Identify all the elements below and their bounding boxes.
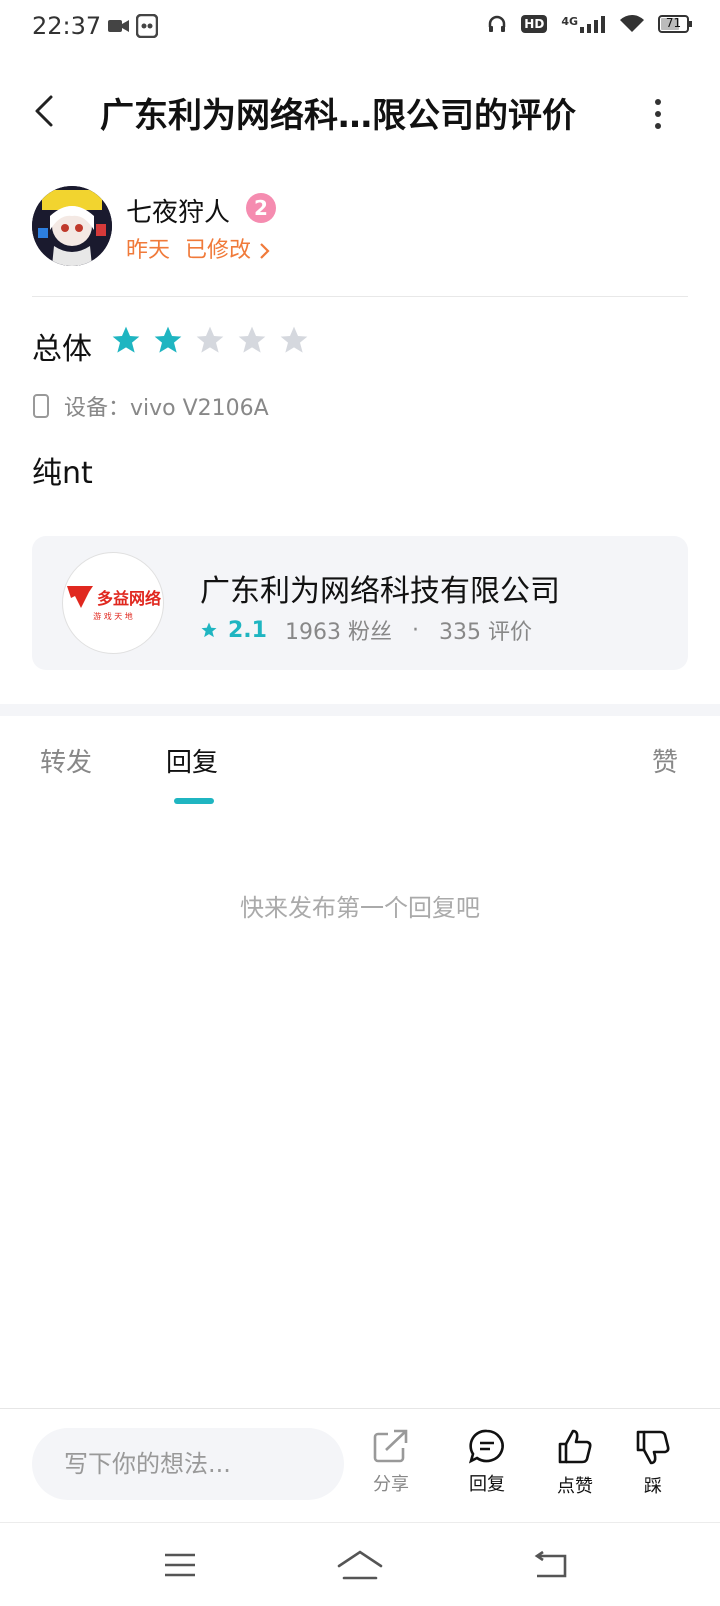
share-icon bbox=[373, 1429, 408, 1463]
signal-icon: 4G bbox=[561, 15, 606, 33]
phone-icon bbox=[32, 393, 50, 419]
review-date: 昨天 bbox=[126, 238, 171, 263]
comment-bubble-icon bbox=[468, 1429, 504, 1464]
return-icon bbox=[534, 1550, 567, 1578]
network-type: 4G bbox=[561, 15, 578, 28]
menu-button[interactable] bbox=[150, 1542, 210, 1588]
like-button[interactable]: 点赞 bbox=[540, 1428, 610, 1498]
back-nav-button[interactable] bbox=[520, 1542, 580, 1588]
star-filled-icon bbox=[154, 326, 182, 353]
tab-reply[interactable]: 回复 bbox=[166, 742, 218, 779]
wifi-icon bbox=[620, 15, 644, 33]
dislike-label: 踩 bbox=[644, 1476, 662, 1497]
star-icon bbox=[200, 621, 218, 639]
status-time: 22:37 bbox=[32, 12, 102, 40]
share-label: 分享 bbox=[373, 1474, 409, 1495]
app-stats: 2.1 1963 粉丝 · 335 评价 bbox=[200, 614, 532, 646]
home-icon bbox=[337, 1550, 383, 1580]
menu-icon bbox=[165, 1553, 195, 1577]
share-button[interactable]: 分享 bbox=[356, 1428, 426, 1496]
app-logo: 多益网络 游 戏 天 地 bbox=[62, 552, 164, 654]
app-review-count: 335 评价 bbox=[438, 620, 532, 645]
app-name: 广东利为网络科技有限公司 bbox=[200, 574, 560, 609]
review-content: 纯nt bbox=[32, 456, 93, 491]
brand-logo-icon bbox=[66, 586, 93, 608]
user-avatar[interactable] bbox=[32, 186, 112, 266]
reply-button[interactable]: 回复 bbox=[452, 1428, 522, 1496]
device-text: 设备：vivo V2106A bbox=[64, 396, 269, 421]
dislike-button[interactable]: 踩 bbox=[618, 1428, 688, 1498]
separator-dot: · bbox=[411, 617, 419, 643]
more-vertical-icon bbox=[655, 99, 661, 129]
like-label: 点赞 bbox=[557, 1476, 593, 1497]
home-button[interactable] bbox=[330, 1542, 390, 1588]
app-fans: 1963 粉丝 bbox=[284, 620, 392, 645]
star-empty-icon bbox=[238, 326, 266, 353]
tab-active-indicator bbox=[174, 798, 214, 804]
bottom-bar-divider bbox=[0, 1408, 720, 1409]
user-name[interactable]: 七夜狩人 bbox=[126, 192, 230, 229]
back-button[interactable] bbox=[26, 86, 62, 136]
battery-icon: 71 bbox=[658, 15, 692, 33]
star-filled-icon bbox=[112, 326, 140, 353]
battery-level: 71 bbox=[665, 16, 682, 30]
device-info: 设备：vivo V2106A bbox=[32, 390, 269, 422]
review-meta[interactable]: 昨天 已修改 bbox=[126, 232, 270, 264]
star-rating bbox=[110, 324, 310, 356]
video-recording-icon bbox=[108, 18, 130, 34]
page-title: 广东利为网络科…限公司的评价 bbox=[100, 96, 576, 136]
thumbs-down-icon bbox=[636, 1430, 670, 1465]
screenshot-app-icon bbox=[136, 14, 158, 38]
rating-label: 总体 bbox=[32, 332, 92, 367]
tab-like[interactable]: 赞 bbox=[652, 742, 678, 779]
logo-text: 多益网络 bbox=[96, 589, 161, 608]
chevron-left-icon bbox=[35, 95, 53, 127]
section-divider bbox=[0, 704, 720, 716]
tab-forward[interactable]: 转发 bbox=[40, 742, 92, 779]
star-empty-icon bbox=[196, 326, 224, 353]
divider bbox=[32, 296, 688, 297]
hd-icon: HD bbox=[521, 15, 548, 33]
thumbs-up-icon bbox=[558, 1429, 592, 1464]
headphones-icon bbox=[487, 14, 507, 34]
nav-divider bbox=[0, 1522, 720, 1523]
system-nav-bar bbox=[0, 1524, 720, 1606]
app-card[interactable]: 多益网络 游 戏 天 地 广东利为网络科技有限公司 2.1 1963 粉丝 · … bbox=[32, 536, 688, 670]
logo-subtext: 游 戏 天 地 bbox=[93, 612, 133, 621]
user-level-badge: 2 bbox=[246, 193, 276, 223]
app-score: 2.1 bbox=[228, 617, 267, 643]
empty-state-text: 快来发布第一个回复吧 bbox=[240, 894, 480, 922]
edited-link[interactable]: 已修改 bbox=[185, 238, 251, 263]
more-options-button[interactable] bbox=[646, 92, 670, 136]
reply-label: 回复 bbox=[469, 1474, 505, 1495]
comment-input[interactable] bbox=[32, 1428, 344, 1500]
star-empty-icon bbox=[280, 326, 308, 353]
chevron-right-icon bbox=[258, 242, 270, 260]
